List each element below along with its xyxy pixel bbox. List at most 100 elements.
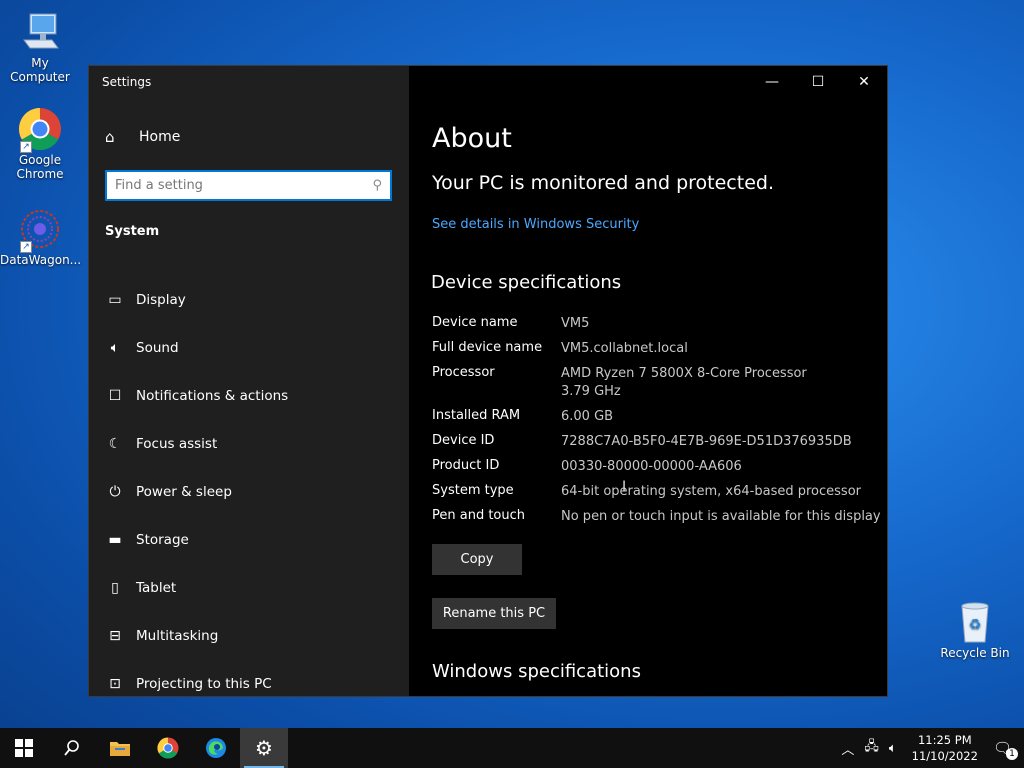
datawagon-icon: ↗ [18,207,62,253]
spec-key: Device name [432,315,518,330]
clock[interactable]: 11:25 PM 11/10/2022 [912,732,978,764]
speaker-icon: 🔈︎ [110,340,120,356]
desktop-icon-recycle-bin[interactable]: ♻ Recycle Bin [935,600,1015,660]
spec-value: 7288C7A0-B5F0-4E7B-969E-D51D376935DB [561,434,852,449]
close-button[interactable]: ✕ [841,66,887,98]
nav-item-label: Multitasking [136,628,219,644]
desktop-icon-google-chrome[interactable]: ↗ Google Chrome [0,107,80,181]
clock-date: 11/10/2022 [911,749,978,763]
shortcut-arrow-icon: ↗ [20,241,32,253]
taskbar-settings[interactable]: ⚙ [240,728,288,768]
desktop-icon-label: My Computer [10,56,70,84]
nav-item-label: Tablet [136,580,177,596]
projector-icon: ⊡ [109,676,121,692]
taskbar-file-explorer[interactable] [96,728,144,768]
taskbar-chrome[interactable] [144,728,192,768]
page-title: About [432,123,512,154]
search-box: ⚲ [105,170,392,201]
shortcut-arrow-icon: ↗ [20,141,32,153]
windows-security-link[interactable]: See details in Windows Security [432,217,639,232]
nav-item-projecting[interactable]: ⊡ Projecting to this PC [105,660,395,708]
spec-value: No pen or touch input is available for t… [561,509,881,524]
copy-button[interactable]: Copy [432,544,522,575]
nav-item-display[interactable]: ▭ Display [105,276,395,324]
nav-item-storage[interactable]: ▬ Storage [105,516,395,564]
windows-specs-heading: Windows specifications [432,661,641,682]
nav-item-focus-assist[interactable]: ☾ Focus assist [105,420,395,468]
spec-key: Product ID [432,458,500,473]
spec-row: Full device name VM5.collabnet.local [432,340,891,365]
spec-row: Installed RAM 6.00 GB [432,408,891,433]
settings-sidebar: Settings ⌂ Home ⚲ System ▭ Display 🔈︎ So… [89,66,409,696]
maximize-icon: ☐ [811,74,825,90]
monitor-icon: ▭ [108,292,122,308]
device-specs-heading: Device specifications [431,272,622,293]
start-button[interactable] [0,728,48,768]
spec-key: Installed RAM [432,408,521,423]
nav-list: ▭ Display 🔈︎ Sound ☐ Notifications & act… [105,276,395,708]
action-center-button[interactable]: 🗨︎ 1 [993,739,1018,760]
spec-value: 64-bit operating system, x64-based proce… [561,484,861,499]
close-icon: ✕ [858,74,870,90]
desktop-icon-my-computer[interactable]: My Computer [0,10,80,84]
moon-icon: ☾ [108,436,122,452]
spec-row: Product ID 00330-80000-00000-AA606 [432,458,891,483]
nav-item-label: Notifications & actions [136,388,289,404]
desktop-icon-label: Google Chrome [16,153,64,181]
minimize-button[interactable]: — [749,66,795,98]
desktop-icon-label: DataWagon... [0,253,82,267]
tablet-icon: ▯ [111,580,119,596]
nav-item-tablet[interactable]: ▯ Tablet [105,564,395,612]
search-input[interactable] [115,178,373,193]
chrome-icon: ↗ [18,107,62,153]
power-icon: ⏻ [109,484,121,500]
windows-logo-icon [15,739,33,757]
nav-item-multitasking[interactable]: ⊟ Multitasking [105,612,395,660]
spec-row: System type 64-bit operating system, x64… [432,483,891,508]
processor-name: AMD Ryzen 7 5800X 8-Core Processor [561,366,807,381]
home-icon: ⌂ [105,128,115,146]
clock-time: 11:25 PM [917,733,972,747]
spec-row: Device ID 7288C7A0-B5F0-4E7B-969E-D51D37… [432,433,891,458]
taskbar-search-button[interactable] [48,728,96,768]
chevron-up-icon[interactable]: ︿ [841,739,854,758]
nav-home[interactable]: ⌂ Home [105,128,180,146]
taskbar-edge[interactable] [192,728,240,768]
text-cursor-icon: I [622,479,627,495]
nav-item-power-sleep[interactable]: ⏻ Power & sleep [105,468,395,516]
spec-value: AMD Ryzen 7 5800X 8-Core Processor 3.79 … [561,365,881,408]
computer-icon [18,10,62,54]
nav-item-notifications[interactable]: ☐ Notifications & actions [105,372,395,420]
spec-row: Processor AMD Ryzen 7 5800X 8-Core Proce… [432,365,891,408]
system-tray: ︿ 🖧︎ 🔈︎ 11:25 PM 11/10/2022 🗨︎ 1 [836,728,1024,768]
spec-value: VM5 [561,316,590,331]
device-specs-table: Device name VM5 Full device name VM5.col… [432,315,891,533]
processor-speed: 3.79 GHz [561,384,621,399]
nav-item-sound[interactable]: 🔈︎ Sound [105,324,395,372]
volume-icon[interactable]: 🔈︎ [889,741,897,756]
notification-icon: ☐ [108,388,122,404]
notification-count: 1 [1006,748,1018,760]
taskbar: ⚙ ︿ 🖧︎ 🔈︎ 11:25 PM 11/10/2022 🗨︎ 1 [0,728,1024,768]
nav-item-label: Focus assist [136,436,218,452]
spec-key: Pen and touch [432,508,526,523]
rename-pc-button[interactable]: Rename this PC [432,598,556,629]
svg-text:♻: ♻ [969,617,982,633]
storage-icon: ▬ [108,532,122,548]
nav-home-label: Home [139,129,181,145]
nav-item-label: Projecting to this PC [136,676,272,692]
spec-key: Device ID [432,433,495,448]
recycle-bin-icon: ♻ [953,600,997,644]
nav-item-label: Sound [136,340,179,356]
settings-content: — ☐ ✕ About Your PC is monitored and pro… [409,66,887,696]
spec-value: 00330-80000-00000-AA606 [561,459,742,474]
network-icon[interactable]: 🖧︎ [864,737,879,759]
desktop-icon-datawagon[interactable]: ↗ DataWagon... [0,207,82,267]
maximize-button[interactable]: ☐ [795,66,841,98]
spec-value: VM5.collabnet.local [561,341,688,356]
spec-value: 6.00 GB [561,409,614,424]
spec-row: Pen and touch No pen or touch input is a… [432,508,891,533]
window-title: Settings [102,75,152,89]
gear-icon: ⚙ [255,736,273,760]
spec-key: Processor [432,365,495,380]
